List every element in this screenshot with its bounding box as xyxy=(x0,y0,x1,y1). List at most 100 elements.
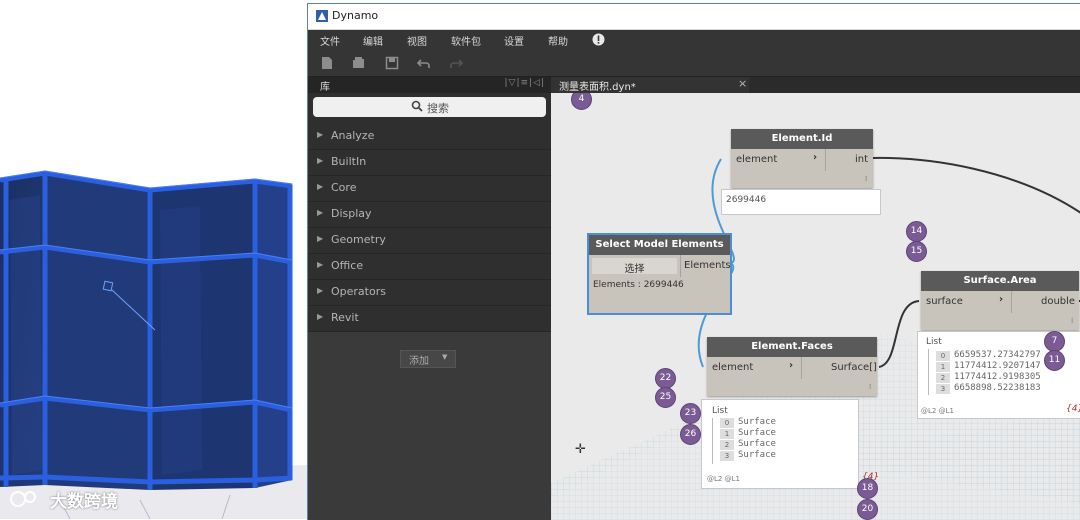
node-header[interactable]: Element.Id xyxy=(731,129,873,149)
callout-25: 25 xyxy=(655,387,676,408)
dynamo-window: Dynamo 文件 编辑 视图 软件包 设置 帮助 库 |▽|≡|◁| 搜索 ▶… xyxy=(307,3,1080,520)
workspace-tab[interactable]: 测量表面积.dyn* × xyxy=(551,77,749,93)
lacing-indicator[interactable]: ⁞ xyxy=(865,175,867,183)
port-divider xyxy=(1011,291,1012,313)
library-category-builtin[interactable]: ▶ BuiltIn xyxy=(308,150,551,176)
list-tree-line xyxy=(928,349,929,395)
callout-20: 20 xyxy=(857,499,878,520)
category-label: Geometry xyxy=(331,233,386,246)
library-category-display[interactable]: ▶ Display xyxy=(308,202,551,228)
input-port-surface[interactable]: surface xyxy=(926,296,963,307)
menu-file[interactable]: 文件 xyxy=(320,33,340,48)
graph-canvas[interactable]: Element.Id element › int ⁞ 2699446 Selec… xyxy=(551,93,1080,520)
expand-arrow-icon: ▶ xyxy=(317,260,324,269)
category-label: Revit xyxy=(331,311,359,324)
category-label: Operators xyxy=(331,285,386,298)
node-element-faces[interactable]: Element.Faces element › Surface[] ⁞ xyxy=(707,337,877,396)
input-port-element[interactable]: element xyxy=(712,362,753,373)
output-port-double[interactable]: double xyxy=(1041,296,1075,307)
node-element-id[interactable]: Element.Id element › int ⁞ xyxy=(731,129,873,188)
list-index: 2 xyxy=(936,373,950,383)
library-category-geometry[interactable]: ▶ Geometry xyxy=(308,228,551,254)
callout-7: 7 xyxy=(1044,331,1065,352)
library-search-input[interactable]: 搜索 xyxy=(313,97,546,117)
menu-packages[interactable]: 软件包 xyxy=(451,33,481,48)
revit-3d-view[interactable] xyxy=(0,0,307,519)
notification-icon[interactable] xyxy=(592,33,605,46)
category-label: Display xyxy=(331,207,372,220)
port-divider xyxy=(825,149,826,171)
lacing-indicator[interactable]: ⁞ xyxy=(1071,317,1073,325)
node-title: Element.Id xyxy=(771,133,833,144)
library-category-office[interactable]: ▶ Office xyxy=(308,254,551,280)
library-category-analyze[interactable]: ▶ Analyze xyxy=(308,124,551,150)
curtain-wall-model[interactable] xyxy=(0,0,307,519)
add-button[interactable]: 添加 ▼ xyxy=(400,350,456,368)
list-count: {4} xyxy=(1066,404,1080,414)
preview-element-id: 2699446 xyxy=(721,189,881,215)
menu-help[interactable]: 帮助 xyxy=(548,33,568,48)
callout-18: 18 xyxy=(857,478,878,499)
library-category-core[interactable]: ▶ Core xyxy=(308,176,551,202)
list-value: Surface xyxy=(738,417,776,427)
port-chevron-icon: › xyxy=(789,360,794,371)
selection-summary: Elements : 2699446 xyxy=(593,280,684,290)
callout-23: 23 xyxy=(680,403,701,424)
node-select-model-elements[interactable]: Select Model Elements 选择 Elements Elemen… xyxy=(587,233,732,315)
category-label: BuiltIn xyxy=(331,155,367,168)
list-header: List xyxy=(926,337,942,347)
node-header[interactable]: Element.Faces xyxy=(707,337,877,357)
workspace-tab-bar: 测量表面积.dyn* × xyxy=(551,77,1080,93)
output-port-surfaces[interactable]: Surface[] xyxy=(831,362,877,373)
expand-arrow-icon: ▶ xyxy=(317,182,324,191)
save-icon[interactable] xyxy=(385,56,399,70)
library-category-revit[interactable]: ▶ Revit xyxy=(308,306,551,332)
lacing-indicator[interactable]: ⁞ xyxy=(869,383,871,391)
list-value: Surface xyxy=(738,439,776,449)
callout-11: 11 xyxy=(1044,350,1065,371)
node-title: Surface.Area xyxy=(963,275,1037,286)
expand-arrow-icon: ▶ xyxy=(317,156,324,165)
list-tree-line xyxy=(712,418,713,464)
list-index: 1 xyxy=(720,429,734,439)
select-button[interactable]: 选择 xyxy=(592,258,677,275)
list-index: 0 xyxy=(936,351,950,361)
output-port-elements[interactable]: Elements xyxy=(684,260,731,271)
node-header[interactable]: Surface.Area xyxy=(921,271,1079,291)
library-view-toggles[interactable]: |▽|≡|◁| xyxy=(504,78,545,88)
watermark-logo-icon xyxy=(10,491,36,507)
menu-view[interactable]: 视图 xyxy=(407,33,427,48)
library-header: 库 |▽|≡|◁| xyxy=(308,77,551,93)
output-port-int[interactable]: int xyxy=(855,154,868,165)
category-label: Core xyxy=(331,181,357,194)
list-value: 6659537.27342797 xyxy=(954,350,1041,360)
library-panel: 库 |▽|≡|◁| 搜索 ▶ Analyze ▶ BuiltIn ▶ Core … xyxy=(308,77,551,520)
node-title: Element.Faces xyxy=(751,341,833,352)
tab-label: 测量表面积.dyn* xyxy=(559,82,636,93)
new-file-icon[interactable] xyxy=(320,56,334,70)
tab-close-icon[interactable]: × xyxy=(738,77,747,90)
preview-element-faces: List 0 Surface 1 Surface 2 Surface 3 Sur… xyxy=(701,399,879,489)
library-category-operators[interactable]: ▶ Operators xyxy=(308,280,551,306)
select-button-label: 选择 xyxy=(624,264,645,275)
menu-edit[interactable]: 编辑 xyxy=(363,33,383,48)
add-button-label: 添加 xyxy=(409,356,429,367)
undo-icon[interactable] xyxy=(417,56,431,70)
library-footer: 添加 ▼ xyxy=(308,332,551,520)
category-label: Office xyxy=(331,259,364,272)
input-port-element[interactable]: element xyxy=(736,154,777,165)
search-placeholder: 搜索 xyxy=(427,102,449,115)
list-value: 6658898.52238183 xyxy=(954,383,1041,393)
list-index: 2 xyxy=(720,440,734,450)
node-surface-area[interactable]: Surface.Area surface › double ⁞ xyxy=(921,271,1079,330)
port-divider xyxy=(680,255,681,277)
list-value: Surface xyxy=(738,450,776,460)
move-cursor-icon: ✛ xyxy=(575,442,586,457)
node-header[interactable]: Select Model Elements xyxy=(589,235,730,255)
toolbar xyxy=(308,50,1080,77)
redo-icon[interactable] xyxy=(449,56,463,70)
open-file-icon[interactable] xyxy=(352,56,366,70)
menu-settings[interactable]: 设置 xyxy=(504,33,524,48)
list-index: 3 xyxy=(936,384,950,394)
title-bar: Dynamo xyxy=(308,4,1080,30)
